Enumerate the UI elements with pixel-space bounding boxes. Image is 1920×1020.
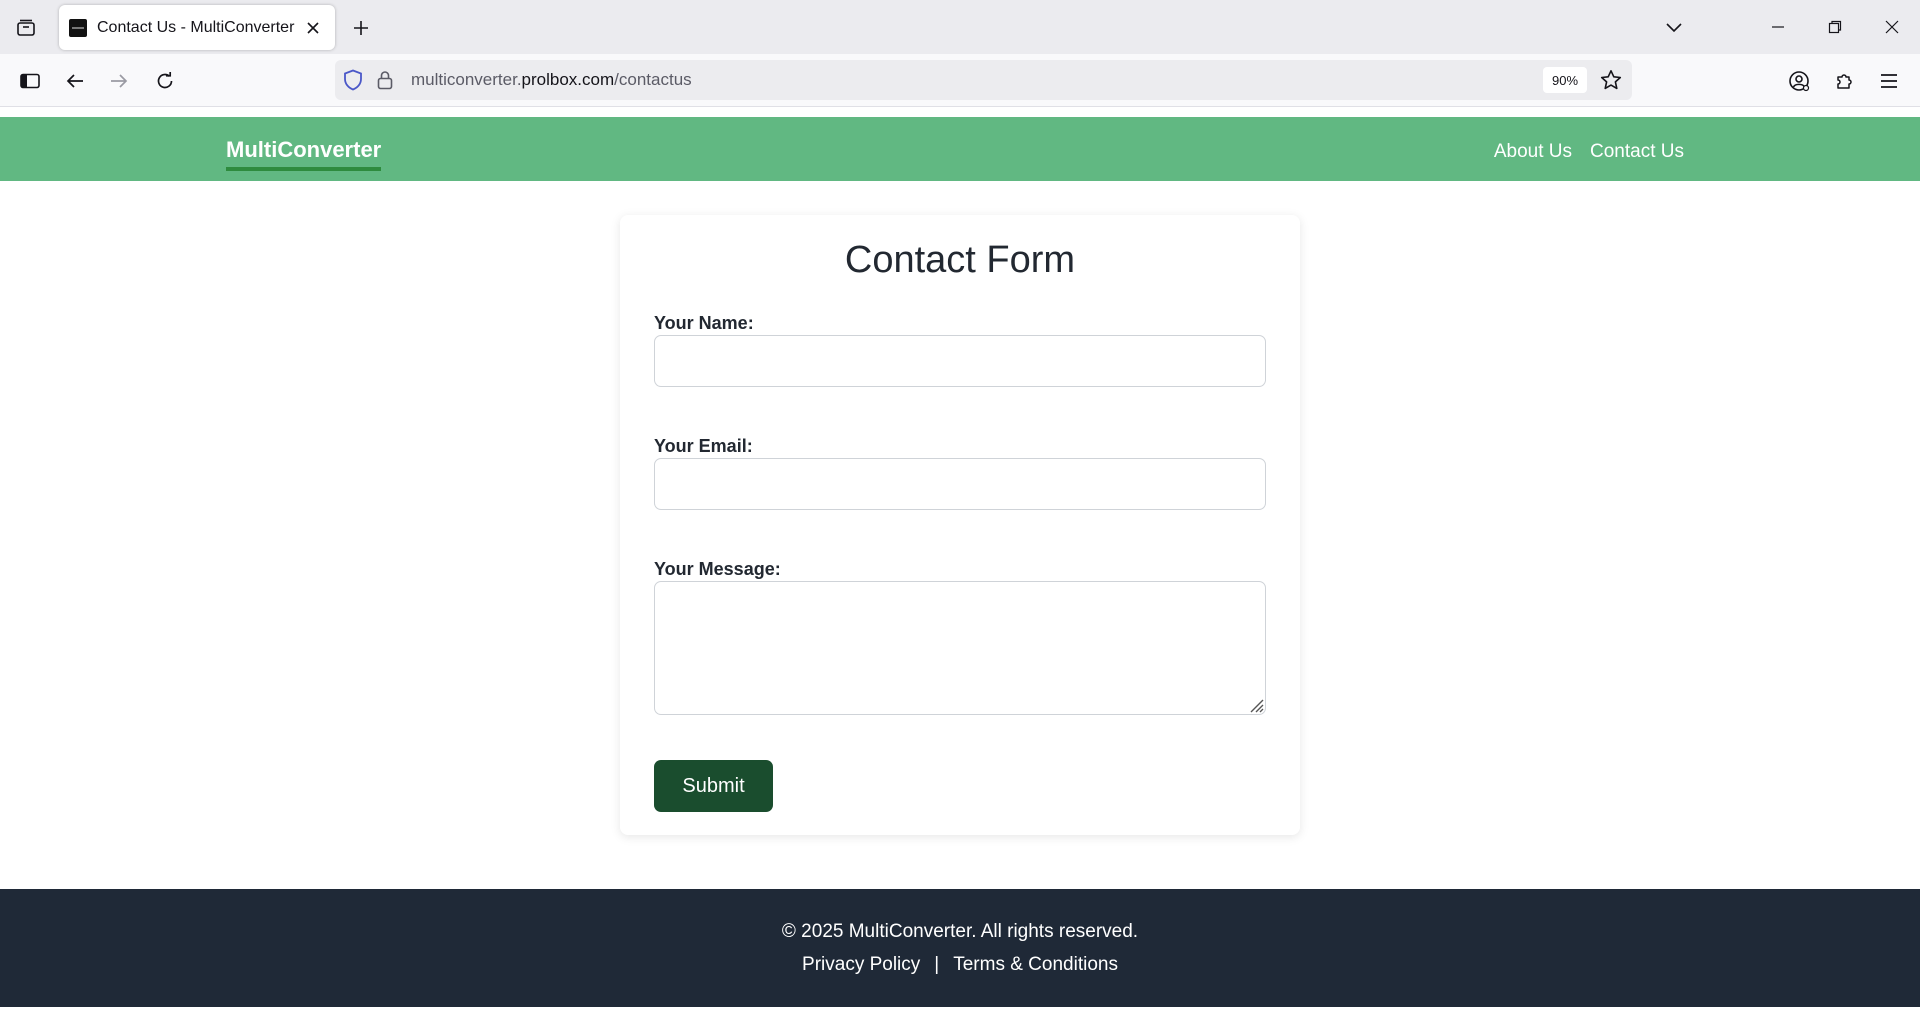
tab-list-icon[interactable] — [10, 12, 42, 44]
puzzle-icon[interactable] — [1828, 64, 1862, 98]
site-nav: About Us Contact Us — [1494, 141, 1684, 163]
nav-link-about-us[interactable]: About Us — [1494, 141, 1572, 163]
email-label: Your Email: — [654, 436, 753, 456]
active-tab[interactable]: Contact Us - MultiConverter — [59, 5, 335, 50]
site-footer: © 2025 MultiConverter. All rights reserv… — [0, 889, 1920, 1007]
footer-links: Privacy Policy | Terms & Conditions — [0, 954, 1920, 976]
back-arrow-icon[interactable] — [58, 64, 92, 98]
url-bar[interactable]: multiconverter.prolbox.com/contactus 90% — [335, 60, 1632, 100]
privacy-policy-link[interactable]: Privacy Policy — [802, 954, 920, 976]
chevron-down-icon[interactable] — [1658, 12, 1690, 44]
account-icon[interactable] — [1782, 64, 1816, 98]
terms-link[interactable]: Terms & Conditions — [953, 954, 1118, 976]
window-close-icon[interactable] — [1863, 0, 1920, 54]
message-label: Your Message: — [654, 559, 781, 579]
name-label: Your Name: — [654, 313, 754, 333]
email-input[interactable] — [654, 458, 1266, 510]
brand-logo-link[interactable]: MultiConverter — [226, 137, 382, 171]
site-header: MultiConverter About Us Contact Us — [0, 117, 1920, 181]
browser-nav-bar: multiconverter.prolbox.com/contactus 90% — [0, 54, 1920, 107]
message-textarea[interactable] — [654, 581, 1266, 715]
sidebar-icon[interactable] — [13, 64, 47, 98]
resize-grip-icon[interactable] — [1246, 695, 1264, 713]
hamburger-menu-icon[interactable] — [1872, 64, 1906, 98]
zoom-level-badge[interactable]: 90% — [1543, 67, 1587, 93]
footer-separator: | — [934, 954, 940, 975]
form-title: Contact Form — [844, 239, 1076, 281]
submit-button[interactable]: Submit — [654, 760, 773, 812]
restore-icon[interactable] — [1806, 0, 1863, 54]
plus-icon[interactable] — [346, 13, 376, 43]
minimize-icon[interactable] — [1749, 0, 1806, 54]
close-icon[interactable] — [301, 16, 325, 40]
contact-form-card: Contact Form Your Name: Your Email: Your… — [620, 215, 1300, 835]
page-bottom-strip — [0, 1007, 1920, 1020]
star-icon[interactable] — [1600, 69, 1622, 96]
nav-link-contact-us[interactable]: Contact Us — [1590, 141, 1684, 163]
reload-icon[interactable] — [148, 64, 182, 98]
copyright-text: © 2025 MultiConverter. All rights reserv… — [781, 921, 1139, 942]
shield-icon[interactable] — [343, 69, 363, 96]
url-text[interactable]: multiconverter.prolbox.com/contactus — [411, 60, 692, 100]
forward-arrow-icon[interactable] — [102, 64, 136, 98]
tab-title: Contact Us - MultiConverter — [97, 18, 295, 36]
lock-icon[interactable] — [377, 70, 393, 95]
site-favicon-icon — [69, 18, 87, 37]
browser-tab-bar: Contact Us - MultiConverter — [0, 0, 1920, 54]
name-input[interactable] — [654, 335, 1266, 387]
